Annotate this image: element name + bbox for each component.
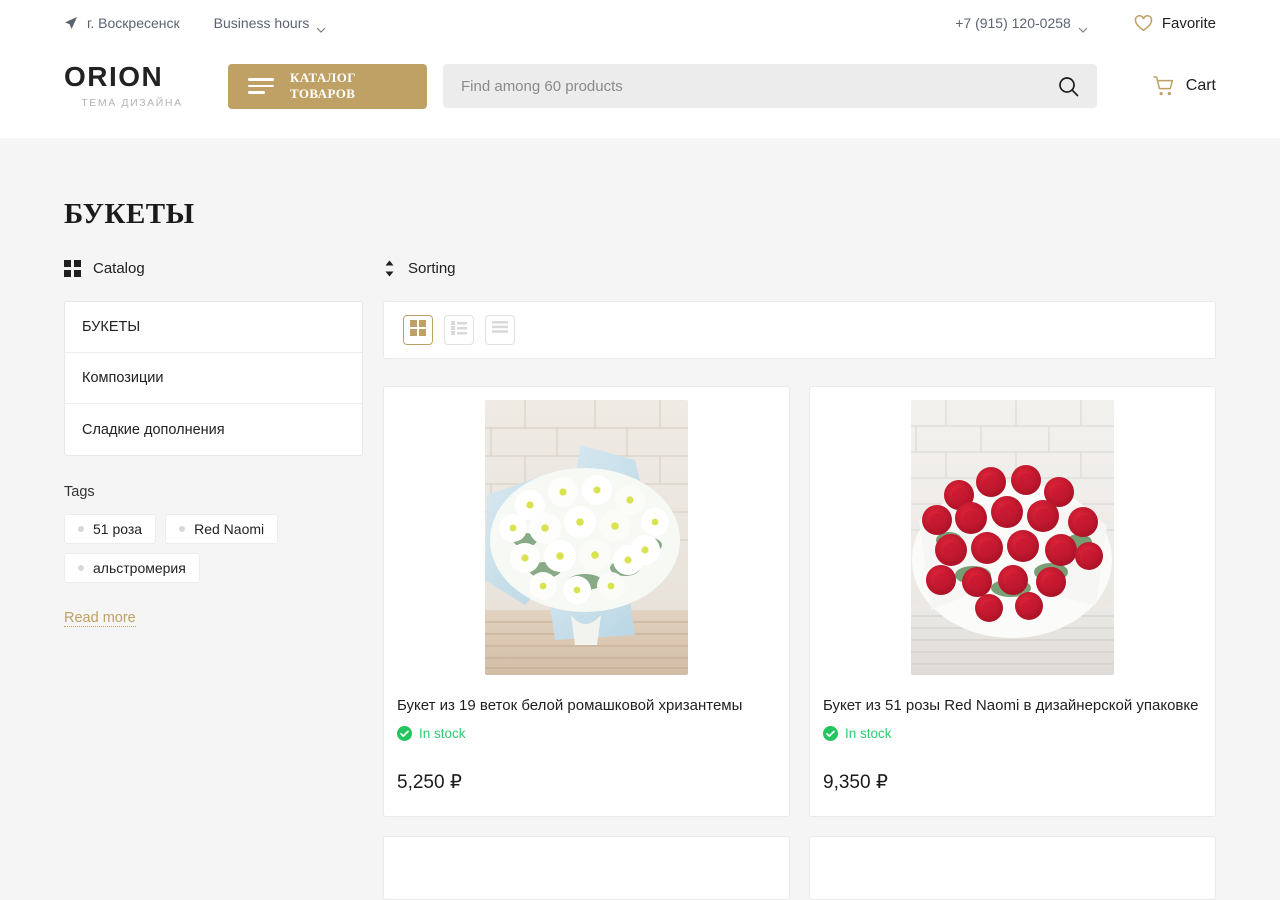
grid-squares-icon — [64, 259, 81, 277]
page-title: БУКЕТЫ — [64, 198, 195, 230]
check-circle-icon — [823, 725, 838, 741]
grid-view-button[interactable] — [403, 315, 433, 345]
tag-alstroemeria[interactable]: альстромерия — [64, 553, 200, 583]
product-price: 9,350 ₽ — [823, 771, 888, 793]
product-image-white-chrysanthemum — [485, 400, 688, 675]
catalog-heading: Catalog — [64, 257, 363, 279]
cart-label: Cart — [1185, 77, 1216, 94]
cart-link[interactable]: Cart — [1152, 75, 1216, 97]
phone-dropdown[interactable]: +7 (915) 120-0258 — [955, 15, 1088, 33]
tag-label: 51 роза — [93, 521, 143, 537]
tag-label: Red Naomi — [194, 521, 265, 537]
tag-label: альстромерия — [93, 560, 186, 576]
city-selector[interactable]: г. Воскресенск — [64, 15, 180, 31]
site-header: г. Воскресенск Business hours +7 (915) 1… — [0, 0, 1280, 138]
sorting-label: Sorting — [408, 259, 456, 277]
top-bar-right: +7 (915) 120-0258 Favorite — [955, 15, 1216, 33]
check-circle-icon — [397, 725, 412, 741]
chevron-down-icon — [316, 20, 326, 33]
rows-view-button[interactable] — [485, 315, 515, 345]
business-hours-label: Business hours — [213, 15, 310, 31]
business-hours-dropdown[interactable]: Business hours — [213, 15, 327, 33]
search-icon[interactable] — [1058, 76, 1079, 97]
category-label: Композиции — [82, 370, 164, 386]
sidebar-item-bouquets[interactable]: БУКЕТЫ — [65, 302, 362, 353]
search-box — [443, 64, 1097, 108]
tags-heading: Tags — [64, 484, 95, 500]
tag-dot-icon — [78, 565, 84, 571]
read-more-link[interactable]: Read more — [64, 610, 136, 627]
catalog-heading-label: Catalog — [93, 259, 145, 277]
product-title: Букет из 19 веток белой ромашковой хриза… — [397, 697, 743, 714]
category-label: БУКЕТЫ — [82, 319, 141, 335]
product-title: Букет из 51 розы Red Naomi в дизайнерско… — [823, 697, 1199, 714]
heart-icon — [1134, 14, 1153, 32]
list-view-icon — [451, 320, 467, 340]
hamburger-icon — [248, 78, 274, 94]
search-input[interactable] — [461, 77, 1058, 95]
top-bar: г. Воскресенск Business hours +7 (915) 1… — [0, 0, 1280, 46]
catalog-button-label: КАТАЛОГ ТОВАРОВ — [290, 70, 356, 101]
favorite-label: Favorite — [1161, 14, 1216, 32]
view-mode-bar — [383, 301, 1216, 359]
page-content: БУКЕТЫ Catalog БУКЕТЫ Композиции Сладкие… — [0, 138, 1280, 900]
product-price: 5,250 ₽ — [397, 771, 462, 793]
product-card[interactable]: Букет из 19 веток белой ромашковой хриза… — [383, 386, 790, 817]
content-columns: Catalog БУКЕТЫ Композиции Сладкие дополн… — [0, 257, 1280, 900]
favorite-link[interactable]: Favorite — [1134, 15, 1216, 32]
tag-list: 51 роза Red Naomi альстромерия — [64, 514, 363, 583]
sidebar-item-sweet-additions[interactable]: Сладкие дополнения — [65, 404, 362, 455]
sort-arrows-icon — [383, 260, 396, 277]
catalog-button[interactable]: КАТАЛОГ ТОВАРОВ — [228, 63, 427, 109]
stock-label: In stock — [419, 725, 466, 741]
list-view-button[interactable] — [444, 315, 474, 345]
sidebar: Catalog БУКЕТЫ Композиции Сладкие дополн… — [64, 257, 363, 900]
location-arrow-icon — [64, 16, 78, 30]
logo-subtitle: ТЕМА ДИЗАЙНА — [81, 97, 183, 109]
product-card[interactable]: Букет из 51 розы Red Naomi в дизайнерско… — [809, 386, 1216, 817]
shopping-cart-icon — [1152, 75, 1176, 97]
tag-dot-icon — [179, 526, 186, 532]
tag-red-naomi[interactable]: Red Naomi — [165, 514, 279, 544]
sorting-control[interactable]: Sorting — [383, 257, 1216, 279]
category-label: Сладкие дополнения — [82, 421, 225, 438]
tag-51-roses[interactable]: 51 роза — [64, 514, 157, 544]
grid-view-icon — [410, 319, 426, 341]
sidebar-item-compositions[interactable]: Композиции — [65, 353, 362, 404]
main-column: Sorting Букет из 19 веток белой ромашков… — [383, 257, 1216, 900]
product-card[interactable] — [809, 835, 1216, 900]
stock-status: In stock — [397, 725, 776, 741]
header-main-row: ORION ТЕМА ДИЗАЙНА КАТАЛОГ ТОВАРОВ Find … — [0, 46, 1280, 126]
category-list: БУКЕТЫ Композиции Сладкие дополнения — [64, 301, 363, 456]
product-image-red-roses — [911, 400, 1114, 675]
stock-label: In stock — [845, 725, 892, 741]
phone-label: +7 (915) 120-0258 — [955, 15, 1071, 31]
chevron-down-icon — [1078, 20, 1088, 33]
rows-view-icon — [492, 320, 508, 340]
logo-title: ORION — [64, 61, 164, 92]
product-card[interactable] — [383, 835, 790, 900]
product-grid: Букет из 19 веток белой ромашковой хриза… — [383, 386, 1216, 900]
tag-dot-icon — [78, 526, 84, 532]
city-label: г. Воскресенск — [87, 15, 180, 31]
top-bar-left: г. Воскресенск Business hours — [64, 15, 327, 33]
site-logo[interactable]: ORION ТЕМА ДИЗАЙНА — [64, 61, 200, 110]
stock-status: In stock — [823, 725, 1202, 741]
